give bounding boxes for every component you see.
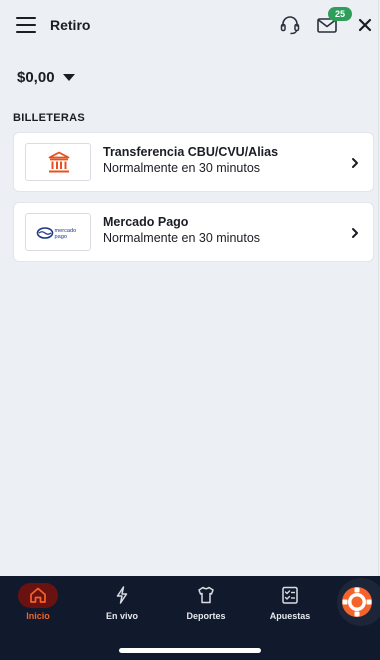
mail-count-badge: 25 bbox=[328, 7, 352, 21]
nav-item-en-vivo[interactable]: En vivo bbox=[84, 576, 160, 636]
casino-chip-icon bbox=[342, 587, 372, 617]
page-title: Retiro bbox=[50, 17, 91, 33]
balance-selector[interactable]: $0,00 bbox=[17, 66, 75, 88]
nav-item-deportes[interactable]: Deportes bbox=[168, 576, 244, 636]
home-icon bbox=[30, 587, 46, 603]
mercado-pago-logo: mercado pago bbox=[25, 213, 91, 251]
main-area: Retiro 25 $0,00 BILLETERAS Transferencia… bbox=[0, 0, 379, 576]
chevron-right-icon bbox=[352, 158, 358, 168]
wallet-option-mercado-pago[interactable]: mercado pago Mercado Pago Normalmente en… bbox=[13, 202, 374, 262]
wallets-heading: BILLETERAS bbox=[13, 112, 86, 124]
wallet-subtitle: Normalmente en 30 minutos bbox=[103, 161, 261, 175]
header: Retiro 25 bbox=[0, 0, 378, 52]
mercado-pago-logo-text-line2: pago bbox=[55, 234, 67, 240]
chevron-right-icon bbox=[352, 228, 358, 238]
bank-icon bbox=[48, 151, 70, 173]
nav-item-apuestas[interactable]: Apuestas bbox=[252, 576, 328, 636]
wallet-subtitle: Normalmente en 30 minutos bbox=[103, 231, 261, 245]
nav-label: Deportes bbox=[186, 611, 226, 621]
nav-label: Apuestas bbox=[269, 611, 311, 621]
wallet-title: Mercado Pago bbox=[103, 215, 189, 229]
wallet-title: Transferencia CBU/CVU/Alias bbox=[103, 145, 279, 159]
bank-logo bbox=[25, 143, 91, 181]
betslip-icon bbox=[282, 586, 298, 604]
nav-label: Inicio bbox=[26, 611, 50, 621]
lightning-icon bbox=[116, 586, 128, 604]
close-icon[interactable] bbox=[355, 15, 375, 35]
nav-item-inicio[interactable]: Inicio bbox=[0, 576, 76, 636]
hamburger-menu-icon[interactable] bbox=[16, 16, 36, 34]
home-indicator bbox=[119, 648, 261, 653]
balance-amount: $0,00 bbox=[17, 68, 55, 86]
jersey-icon bbox=[198, 586, 214, 604]
nav-label: En vivo bbox=[105, 611, 138, 621]
headset-icon[interactable] bbox=[279, 14, 301, 36]
bottom-navigation: Inicio En vivo Deportes Apuestas bbox=[0, 576, 380, 660]
caret-down-icon bbox=[62, 73, 75, 81]
casino-button[interactable] bbox=[337, 578, 380, 626]
wallet-option-bank-transfer[interactable]: Transferencia CBU/CVU/Alias Normalmente … bbox=[13, 132, 374, 192]
